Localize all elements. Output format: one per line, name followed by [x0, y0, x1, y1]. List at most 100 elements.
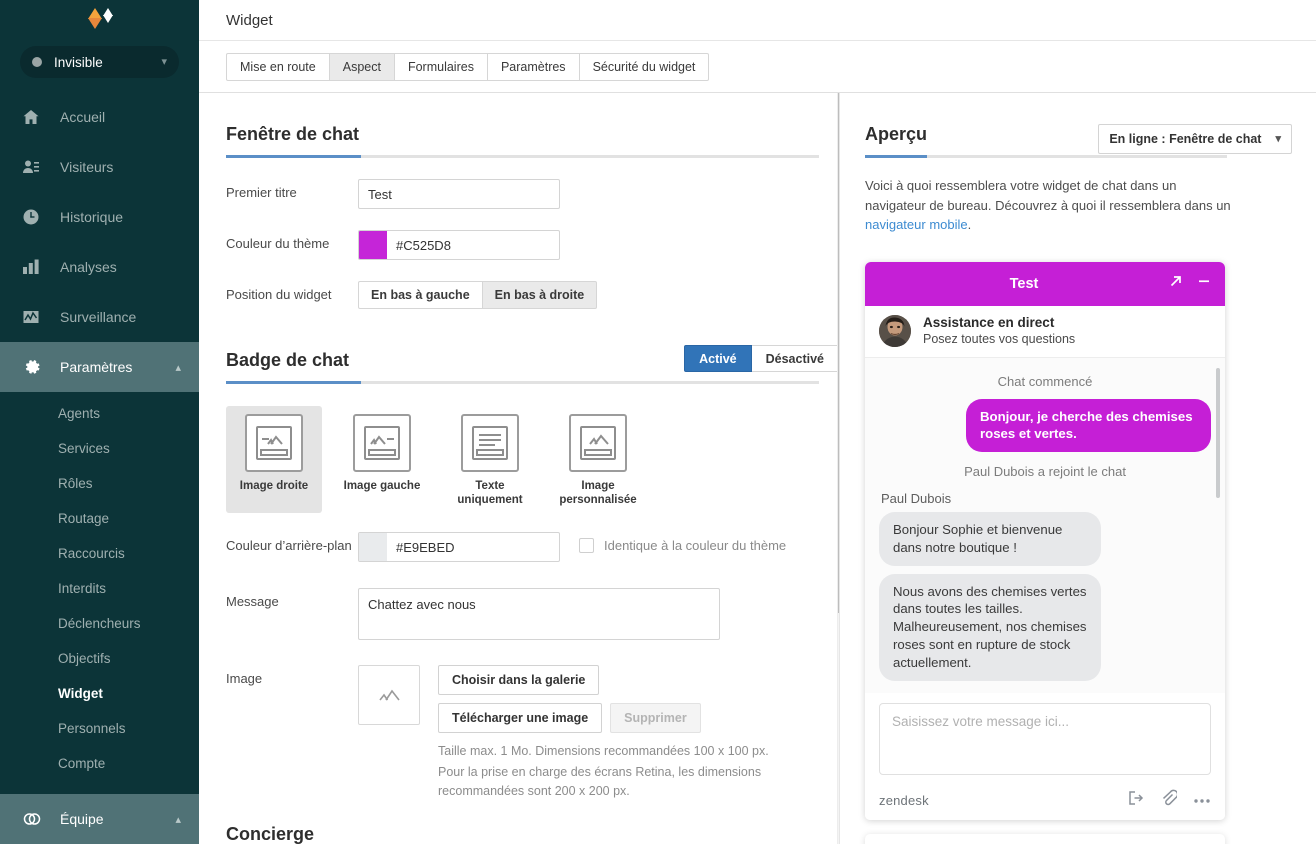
badge-enable-button[interactable]: Activé: [684, 345, 752, 372]
field-label: Couleur du thème: [226, 236, 330, 251]
badge-disable-button[interactable]: Désactivé: [751, 345, 839, 372]
sidebar-subitem-roles[interactable]: Rôles: [0, 466, 199, 501]
main-content: Widget Mise en route Aspect Formulaires …: [199, 0, 1316, 844]
sidebar-item-visiteurs[interactable]: Visiteurs: [0, 142, 199, 192]
section-title-chat-badge: Badge de chat: [226, 350, 350, 370]
sidebar-subitem-declencheurs[interactable]: Déclencheurs: [0, 606, 199, 641]
chat-bubble-incoming: Bonjour Sophie et bienvenue dans notre b…: [879, 511, 1101, 566]
chat-badge-toggle-group: Activé Désactivé: [684, 345, 839, 372]
badge-choice-image-personnalisee[interactable]: Image personnalisée: [550, 406, 646, 513]
premier-titre-input[interactable]: [358, 179, 560, 209]
sidebar-subitem-personnels[interactable]: Personnels: [0, 711, 199, 746]
expand-arrow-icon[interactable]: [1169, 274, 1183, 293]
sidebar-item-label: Surveillance: [60, 309, 137, 325]
sidebar-subitem-objectifs[interactable]: Objectifs: [0, 641, 199, 676]
custom-image-icon: [569, 414, 627, 472]
sidebar-subitem-agents[interactable]: Agents: [0, 396, 199, 431]
settings-column: Fenêtre de chat Premier titre Couleur du…: [199, 93, 839, 844]
sidebar-item-parametres[interactable]: Paramètres ▴: [0, 342, 199, 392]
badge-choice-image-gauche[interactable]: Image gauche: [334, 406, 430, 513]
attachment-icon[interactable]: [1160, 789, 1179, 811]
sidebar-item-surveillance[interactable]: Surveillance: [0, 292, 199, 342]
chevron-down-icon: ▾: [1275, 132, 1281, 145]
image-right-icon: [245, 414, 303, 472]
field-image: Image Choisir dans la galerie Télécharge…: [226, 665, 839, 800]
preview-description-suffix: .: [967, 217, 972, 232]
mobile-browser-link[interactable]: navigateur mobile: [865, 217, 968, 232]
image-hint-line-1: Taille max. 1 Mo. Dimensions recommandée…: [438, 744, 769, 759]
field-couleur-arriere-plan: Couleur d’arrière-plan #E9EBED Identique…: [226, 532, 839, 563]
tab-mise-en-route[interactable]: Mise en route: [226, 52, 330, 81]
chat-widget-header: Test: [865, 261, 1225, 306]
sidebar-subitem-services[interactable]: Services: [0, 431, 199, 466]
chat-bubble-incoming: Nous avons des chemises vertes dans tout…: [879, 573, 1101, 682]
image-left-icon: [353, 414, 411, 472]
field-label: Couleur d’arrière-plan: [226, 538, 352, 554]
field-label: Message: [226, 594, 279, 610]
badge-choice-label: Image personnalisée: [559, 480, 637, 506]
more-options-icon[interactable]: [1193, 791, 1211, 809]
image-actions: Choisir dans la galerie Télécharger une …: [438, 665, 769, 800]
zendesk-brand-label: zendesk: [879, 792, 929, 808]
tab-formulaires[interactable]: Formulaires: [394, 52, 488, 81]
field-label: Position du widget: [226, 287, 332, 302]
tab-bar: Mise en route Aspect Formulaires Paramèt…: [199, 41, 1316, 93]
status-selector[interactable]: Invisible ▾: [20, 46, 179, 78]
tab-securite-du-widget[interactable]: Sécurité du widget: [579, 52, 710, 81]
tab-parametres[interactable]: Paramètres: [487, 52, 580, 81]
background-color-value: #E9EBED: [396, 539, 455, 555]
chevron-up-icon: ▴: [175, 361, 181, 374]
section-title-concierge: Concierge: [226, 824, 315, 844]
chat-widget-header-icons: [1169, 274, 1211, 293]
page-title: Widget: [226, 11, 273, 29]
section-divider: [226, 381, 819, 384]
team-icon: [22, 810, 46, 828]
image-hint-line-2: Pour la prise en charge des écrans Retin…: [438, 764, 762, 779]
chat-message-input[interactable]: [879, 703, 1211, 776]
position-bottom-left-button[interactable]: En bas à gauche: [358, 281, 483, 309]
chat-badge-preview[interactable]: [865, 834, 1225, 844]
sidebar-item-historique[interactable]: Historique: [0, 192, 199, 242]
home-icon: [22, 108, 46, 126]
sidebar-subitem-raccourcis[interactable]: Raccourcis: [0, 536, 199, 571]
bar-chart-icon: [22, 258, 46, 276]
background-color-input[interactable]: #E9EBED: [358, 532, 560, 563]
upload-image-button[interactable]: Télécharger une image: [438, 703, 603, 734]
sidebar-subitem-routage[interactable]: Routage: [0, 501, 199, 536]
position-bottom-right-button[interactable]: En bas à droite: [482, 281, 598, 309]
preview-mode-select[interactable]: En ligne : Fenêtre de chat ▾: [1098, 124, 1292, 154]
badge-choice-image-droite[interactable]: Image droite: [226, 406, 322, 514]
logo[interactable]: [0, 0, 199, 34]
color-swatch[interactable]: [359, 231, 387, 259]
preview-mode-value: En ligne : Fenêtre de chat: [1109, 132, 1262, 146]
sidebar-item-analyses[interactable]: Analyses: [0, 242, 199, 292]
chat-agent-subtitle: Posez toutes vos questions: [923, 331, 1076, 346]
sidebar: Invisible ▾ Accueil Visiteurs Historique…: [0, 0, 199, 844]
chat-widget-title: Test: [1009, 275, 1039, 292]
status-dot-icon: [32, 57, 42, 67]
sidebar-subitem-widget[interactable]: Widget: [0, 676, 199, 711]
minimize-icon[interactable]: [1197, 274, 1211, 293]
app-root: Invisible ▾ Accueil Visiteurs Historique…: [0, 0, 1316, 844]
field-position-du-widget: Position du widget En bas à gauche En ba…: [226, 281, 839, 309]
monitoring-icon: [22, 308, 46, 326]
same-as-theme-checkbox[interactable]: [579, 538, 594, 554]
sidebar-item-equipe[interactable]: Équipe ▴: [0, 794, 199, 844]
sidebar-item-accueil[interactable]: Accueil: [0, 92, 199, 142]
badge-choice-texte-uniquement[interactable]: Texte uniquement: [442, 406, 538, 513]
sidebar-subitem-interdits[interactable]: Interdits: [0, 571, 199, 606]
theme-color-input[interactable]: #C525D8: [358, 230, 560, 260]
preview-header: Aperçu En ligne : Fenêtre de chat ▾: [865, 124, 1292, 155]
sidebar-subitem-compte[interactable]: Compte: [0, 746, 199, 781]
badge-message-textarea[interactable]: Chattez avec nous: [358, 588, 720, 641]
sidebar-item-label: Accueil: [60, 109, 106, 125]
choose-from-gallery-button[interactable]: Choisir dans la galerie: [438, 665, 600, 696]
chat-scrollbar-thumb[interactable]: [1216, 367, 1220, 498]
chat-message-row-outgoing: Bonjour, je cherche des chemises roses e…: [879, 398, 1211, 452]
preview-description: Voici à quoi ressemblera votre widget de…: [865, 176, 1235, 235]
end-chat-icon[interactable]: [1127, 790, 1144, 811]
color-swatch[interactable]: [359, 533, 387, 562]
status-label: Invisible: [54, 54, 103, 70]
field-label: Premier titre: [226, 185, 297, 200]
tab-aspect[interactable]: Aspect: [329, 52, 395, 81]
